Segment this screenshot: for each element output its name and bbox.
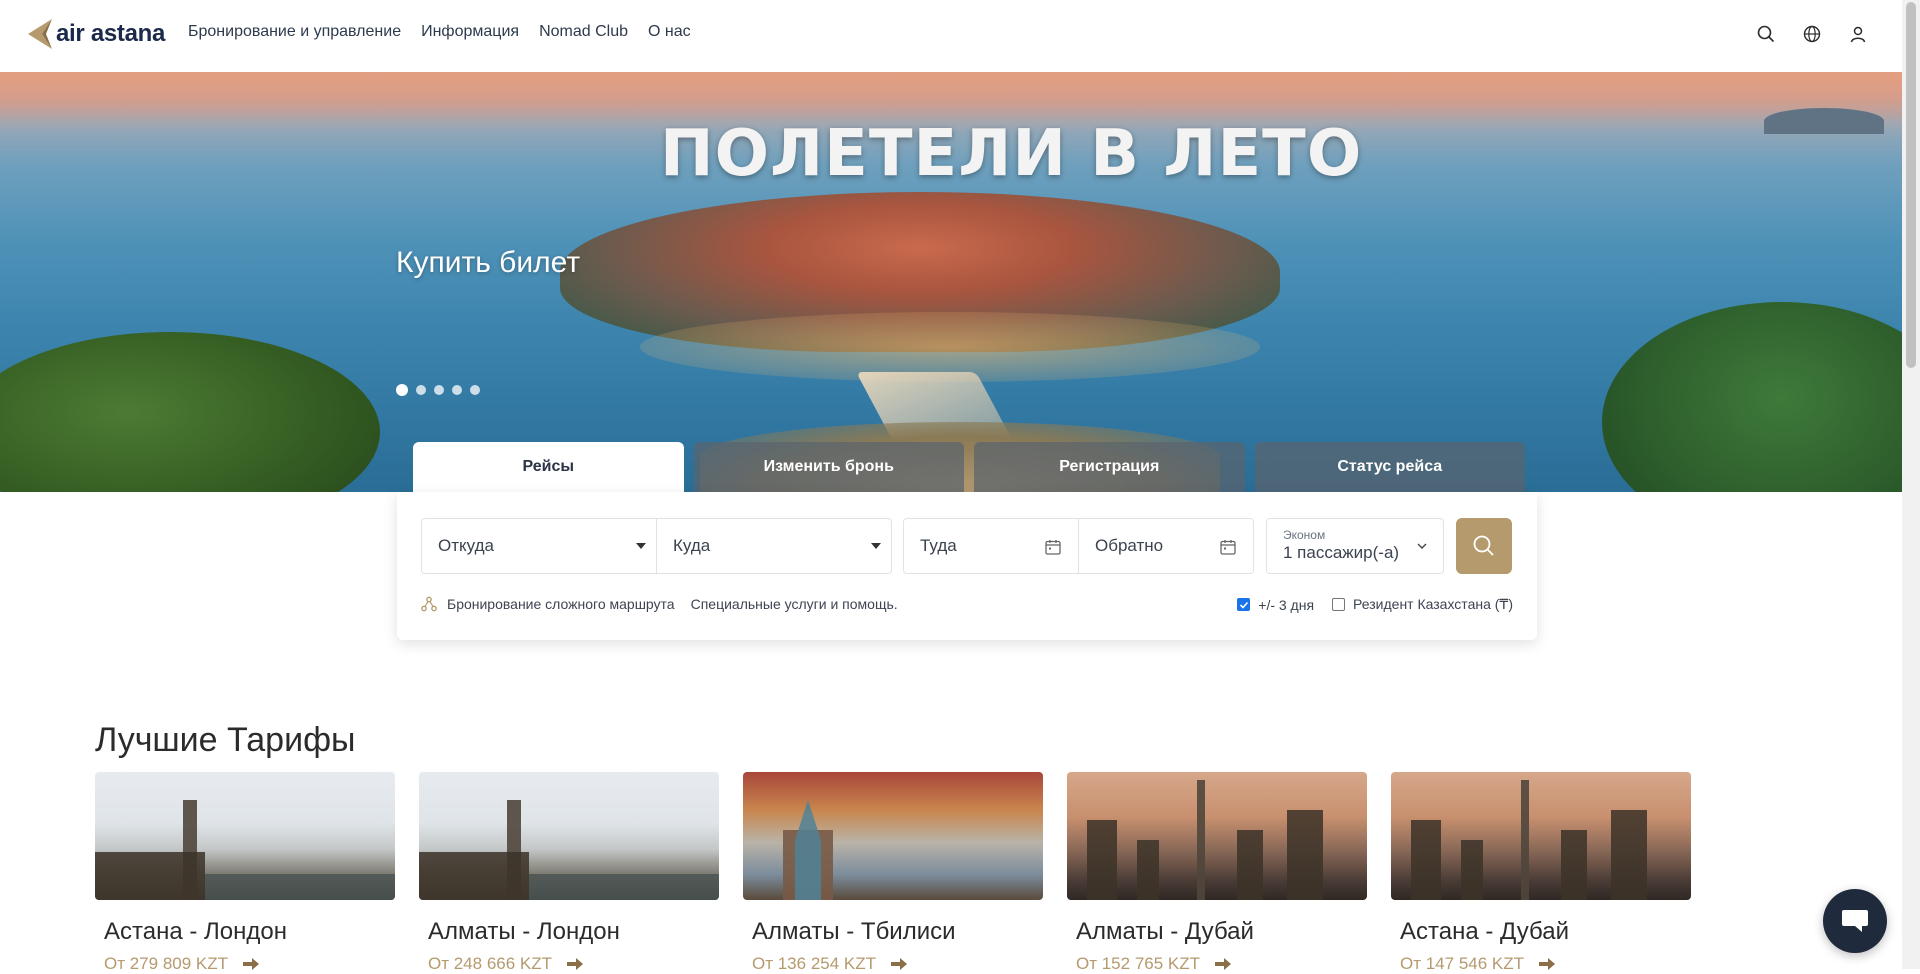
check-icon <box>1239 601 1248 609</box>
search-icon[interactable] <box>1756 24 1776 44</box>
fare-route: Алматы - Тбилиси <box>752 918 956 945</box>
carousel-dot-5[interactable] <box>470 385 480 395</box>
fare-route: Алматы - Лондон <box>428 918 620 945</box>
destination-select[interactable]: Куда <box>656 518 892 574</box>
fare-route: Астана - Лондон <box>104 918 287 945</box>
fare-card[interactable]: Алматы - Лондон От 248 666 KZT <box>419 772 719 974</box>
buy-ticket-link[interactable]: Купить билет <box>396 246 580 280</box>
search-flights-button[interactable] <box>1456 518 1512 574</box>
fare-card-image-dubai <box>1391 772 1691 900</box>
calendar-icon <box>1220 540 1236 555</box>
best-fares-title: Лучшие Тарифы <box>95 721 356 759</box>
logo-text: air astana <box>56 20 166 47</box>
fare-price-text: От 152 765 KZT <box>1076 954 1201 973</box>
logo-mark-icon <box>28 19 52 49</box>
search-icon <box>1473 535 1494 556</box>
fare-card-image-london <box>419 772 719 900</box>
complex-route-link[interactable]: Бронирование сложного маршрута <box>447 596 675 612</box>
globe-icon[interactable] <box>1802 24 1822 44</box>
fare-card-image-london <box>95 772 395 900</box>
tab-flights[interactable]: Рейсы <box>413 442 684 492</box>
scrollbar-thumb[interactable] <box>1906 2 1916 368</box>
booking-options: +/- 3 дня Резидент Казахстана (₸) <box>1237 596 1513 613</box>
flex-dates-label: +/- 3 дня <box>1258 596 1315 613</box>
nav-item-nomad-club[interactable]: Nomad Club <box>539 23 628 41</box>
fare-price-text: От 147 546 KZT <box>1400 954 1525 973</box>
carousel-dot-3[interactable] <box>434 385 444 395</box>
nav-item-booking[interactable]: Бронирование и управление <box>188 23 401 41</box>
hero-trees-right <box>1602 302 1902 492</box>
hero-trees-left <box>0 332 380 492</box>
chevron-down-icon <box>1417 543 1427 549</box>
fare-price-text: От 248 666 KZT <box>428 954 553 973</box>
hero-headline: ПОЛЕТЕЛИ В ЛЕТО <box>660 117 1363 191</box>
chat-button[interactable] <box>1823 889 1887 953</box>
cabin-class-label: Эконом <box>1283 528 1326 542</box>
header-actions <box>1756 24 1868 44</box>
fare-route: Алматы - Дубай <box>1076 918 1254 945</box>
tab-check-in[interactable]: Регистрация <box>974 442 1245 492</box>
logo[interactable]: air astana <box>24 17 165 51</box>
carousel-dot-4[interactable] <box>452 385 462 395</box>
hero-banner: ПОЛЕТЕЛИ В ЛЕТО Купить билет <box>0 72 1902 492</box>
chat-icon <box>1842 910 1868 932</box>
passengers-value: 1 пассажир(-а) <box>1283 543 1400 562</box>
hero-far-hill <box>1764 108 1884 134</box>
nav-item-about[interactable]: О нас <box>648 23 691 41</box>
resident-checkbox[interactable] <box>1332 598 1346 611</box>
fare-price: От 248 666 KZT <box>428 954 719 974</box>
fare-card-image-tbilisi <box>743 772 1043 900</box>
origin-placeholder: Откуда <box>438 536 494 555</box>
tab-manage-booking[interactable]: Изменить бронь <box>693 442 964 492</box>
fare-price-text: От 279 809 KZT <box>104 954 229 973</box>
fare-price-text: От 136 254 KZT <box>752 954 877 973</box>
fare-price: От 152 765 KZT <box>1076 954 1367 974</box>
booking-panel: Откуда Куда Туда Обратно Эконом 1 пассаж… <box>397 492 1537 640</box>
flex-dates-checkbox[interactable] <box>1237 598 1251 611</box>
booking-links: Бронирование сложного маршрута Специальн… <box>421 596 898 612</box>
destination-placeholder: Куда <box>673 536 711 555</box>
resident-label: Резидент Казахстана (₸) <box>1353 596 1513 612</box>
fare-price: От 279 809 KZT <box>104 954 395 974</box>
passengers-select[interactable]: Эконом 1 пассажир(-а) <box>1266 518 1444 574</box>
calendar-icon <box>1045 540 1061 555</box>
fare-card[interactable]: Алматы - Тбилиси От 136 254 KZT <box>743 772 1043 974</box>
carousel-dot-1[interactable] <box>396 384 408 396</box>
caret-down-icon <box>636 543 646 549</box>
fare-price: От 147 546 KZT <box>1400 954 1691 974</box>
fare-card[interactable]: Астана - Лондон От 279 809 KZT <box>95 772 395 974</box>
carousel-dot-2[interactable] <box>416 385 426 395</box>
departure-placeholder: Туда <box>920 536 957 555</box>
tab-flight-status[interactable]: Статус рейса <box>1254 442 1525 492</box>
origin-select[interactable]: Откуда <box>421 518 657 574</box>
booking-tabs: Рейсы Изменить бронь Регистрация Статус … <box>413 442 1525 492</box>
special-services-link[interactable]: Специальные услуги и помощь. <box>691 596 898 612</box>
caret-down-icon <box>871 543 881 549</box>
main-nav: Бронирование и управление Информация Nom… <box>188 23 691 41</box>
departure-date-field[interactable]: Туда <box>903 518 1079 574</box>
site-header: air astana Бронирование и управление Инф… <box>0 0 1902 72</box>
return-placeholder: Обратно <box>1095 536 1164 555</box>
page-scrollbar[interactable] <box>1902 0 1920 969</box>
fare-card-image-dubai <box>1067 772 1367 900</box>
route-icon <box>421 596 437 612</box>
fare-card[interactable]: Астана - Дубай От 147 546 KZT <box>1391 772 1691 974</box>
fare-price: От 136 254 KZT <box>752 954 1043 974</box>
user-icon[interactable] <box>1848 24 1868 44</box>
fare-cards: Астана - Лондон От 279 809 KZT Алматы - … <box>95 772 1691 974</box>
fare-route: Астана - Дубай <box>1400 918 1570 945</box>
fare-card[interactable]: Алматы - Дубай От 152 765 KZT <box>1067 772 1367 974</box>
nav-item-info[interactable]: Информация <box>421 23 519 41</box>
return-date-field[interactable]: Обратно <box>1078 518 1254 574</box>
carousel-dots <box>396 384 480 396</box>
